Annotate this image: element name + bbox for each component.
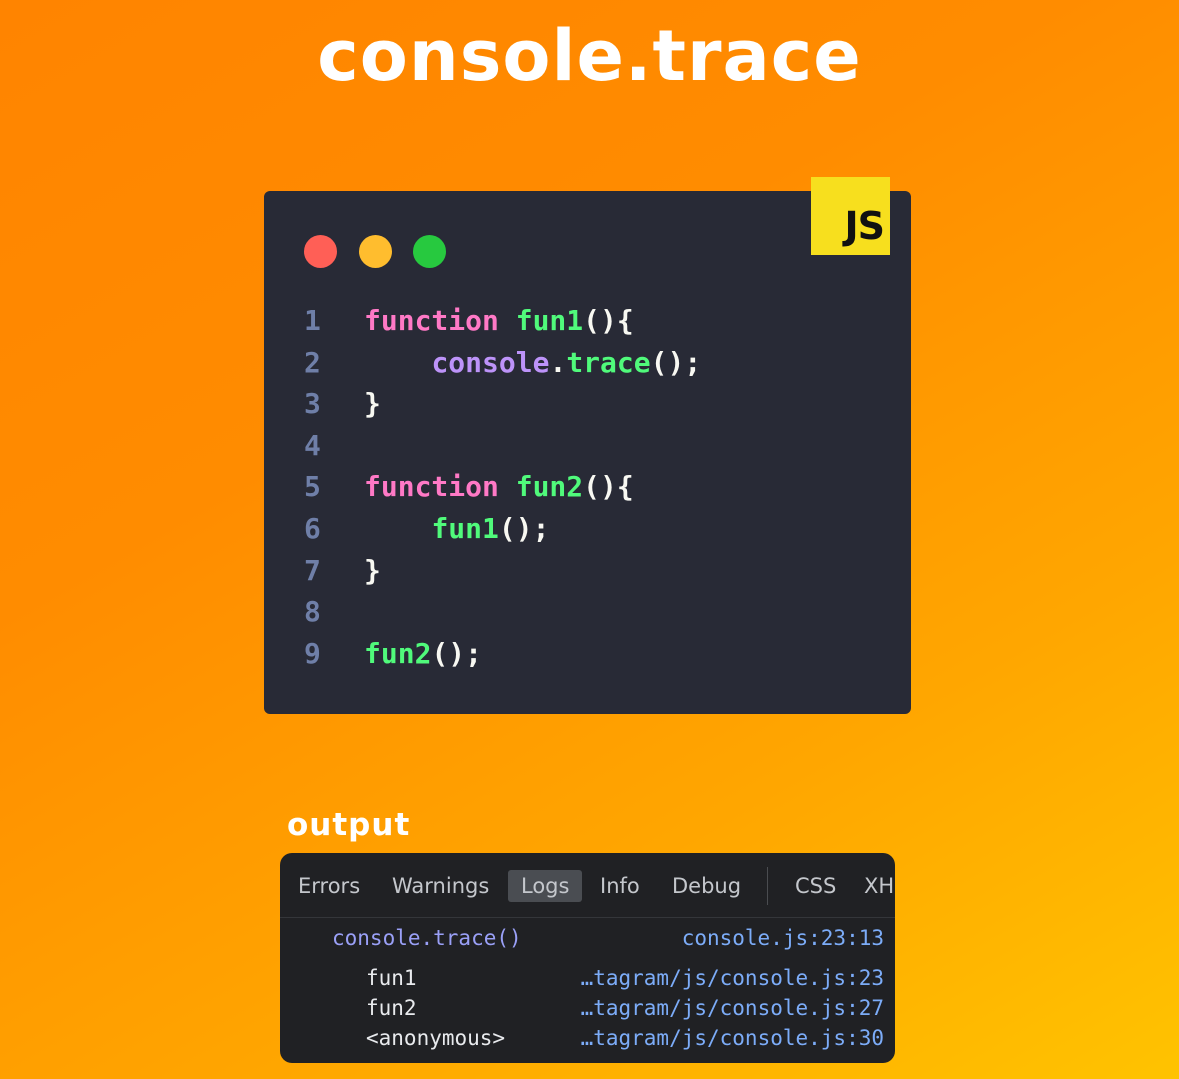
code-token: . bbox=[549, 345, 567, 379]
tab-xhr[interactable]: XH bbox=[864, 870, 894, 902]
code-token: function bbox=[364, 470, 499, 504]
page-title: console.trace bbox=[317, 15, 862, 97]
tab-errors[interactable]: Errors bbox=[298, 870, 360, 902]
window-close-dot-icon[interactable] bbox=[304, 235, 337, 268]
code-text: function fun2(){ bbox=[364, 466, 634, 508]
code-token: function bbox=[364, 304, 499, 337]
tab-divider bbox=[767, 867, 768, 905]
console-filter-tabs: Errors Warnings Logs Info Debug CSS XH bbox=[280, 853, 895, 918]
line-number: 9 bbox=[304, 636, 321, 670]
stack-frame-name: fun2 bbox=[366, 996, 417, 1020]
code-text: fun2(); bbox=[364, 633, 482, 675]
code-token: (){ bbox=[583, 304, 634, 337]
tab-css[interactable]: CSS bbox=[795, 870, 836, 902]
line-number: 4 bbox=[304, 428, 321, 462]
devtools-console-panel: Errors Warnings Logs Info Debug CSS XH c… bbox=[280, 853, 895, 1063]
code-token: (){ bbox=[583, 470, 634, 504]
code-text: function fun1(){ bbox=[364, 300, 634, 342]
code-token: trace bbox=[566, 345, 651, 379]
code-line: 9 fun2(); bbox=[304, 633, 701, 675]
line-number: 3 bbox=[304, 387, 321, 421]
trace-source-link[interactable]: console.js:23:13 bbox=[682, 923, 884, 953]
code-token: fun1 bbox=[515, 304, 584, 337]
stack-frame-link[interactable]: …tagram/js/console.js:23 bbox=[581, 963, 884, 993]
code-line: 2 console.trace(); bbox=[304, 342, 701, 384]
tab-debug[interactable]: Debug bbox=[672, 870, 741, 902]
code-token: } bbox=[364, 387, 381, 421]
line-number: 2 bbox=[304, 345, 321, 379]
code-text: fun1(); bbox=[364, 508, 549, 550]
code-token: } bbox=[364, 553, 381, 587]
line-number: 1 bbox=[304, 304, 321, 337]
line-number: 8 bbox=[304, 595, 321, 629]
code-line: 8 bbox=[304, 591, 701, 633]
stack-frame-link[interactable]: …tagram/js/console.js:30 bbox=[581, 1023, 884, 1053]
output-label: output bbox=[287, 807, 411, 843]
code-token: fun1 bbox=[431, 511, 499, 545]
code-line: 6 fun1(); bbox=[304, 508, 701, 550]
code-line: 5 function fun2(){ bbox=[304, 466, 701, 508]
stack-frame-link[interactable]: …tagram/js/console.js:27 bbox=[581, 993, 884, 1023]
code-token: fun2 bbox=[515, 470, 584, 504]
code-block: 1 function fun1(){2 console.trace(); 3} 4 5 f… bbox=[304, 300, 701, 674]
stack-frame-name: <anonymous> bbox=[366, 1026, 506, 1050]
stack-frame-name: fun1 bbox=[366, 966, 417, 990]
code-line: 1 function fun1(){ bbox=[304, 300, 701, 342]
line-number: 7 bbox=[304, 553, 321, 587]
code-token: fun2 bbox=[364, 636, 432, 670]
js-logo-badge: JS bbox=[811, 177, 890, 255]
window-minimize-dot-icon[interactable] bbox=[359, 235, 392, 268]
code-token: (); bbox=[498, 511, 550, 545]
line-number: 6 bbox=[304, 511, 321, 545]
code-line: 7} bbox=[304, 550, 701, 592]
code-line: 4 bbox=[304, 425, 701, 467]
tab-warnings[interactable]: Warnings bbox=[392, 870, 489, 902]
tab-logs[interactable]: Logs bbox=[508, 870, 583, 902]
code-text: } bbox=[364, 550, 381, 592]
trace-call-text: console.trace() bbox=[332, 926, 522, 950]
code-line: 3} bbox=[304, 383, 701, 425]
window-maximize-dot-icon[interactable] bbox=[413, 235, 446, 268]
code-text: } bbox=[364, 383, 381, 425]
code-token: console bbox=[431, 345, 550, 379]
code-token: (); bbox=[431, 636, 483, 670]
code-token: (); bbox=[650, 345, 702, 379]
code-text: console.trace(); bbox=[364, 342, 701, 384]
line-number: 5 bbox=[304, 470, 321, 504]
tab-info[interactable]: Info bbox=[600, 870, 640, 902]
